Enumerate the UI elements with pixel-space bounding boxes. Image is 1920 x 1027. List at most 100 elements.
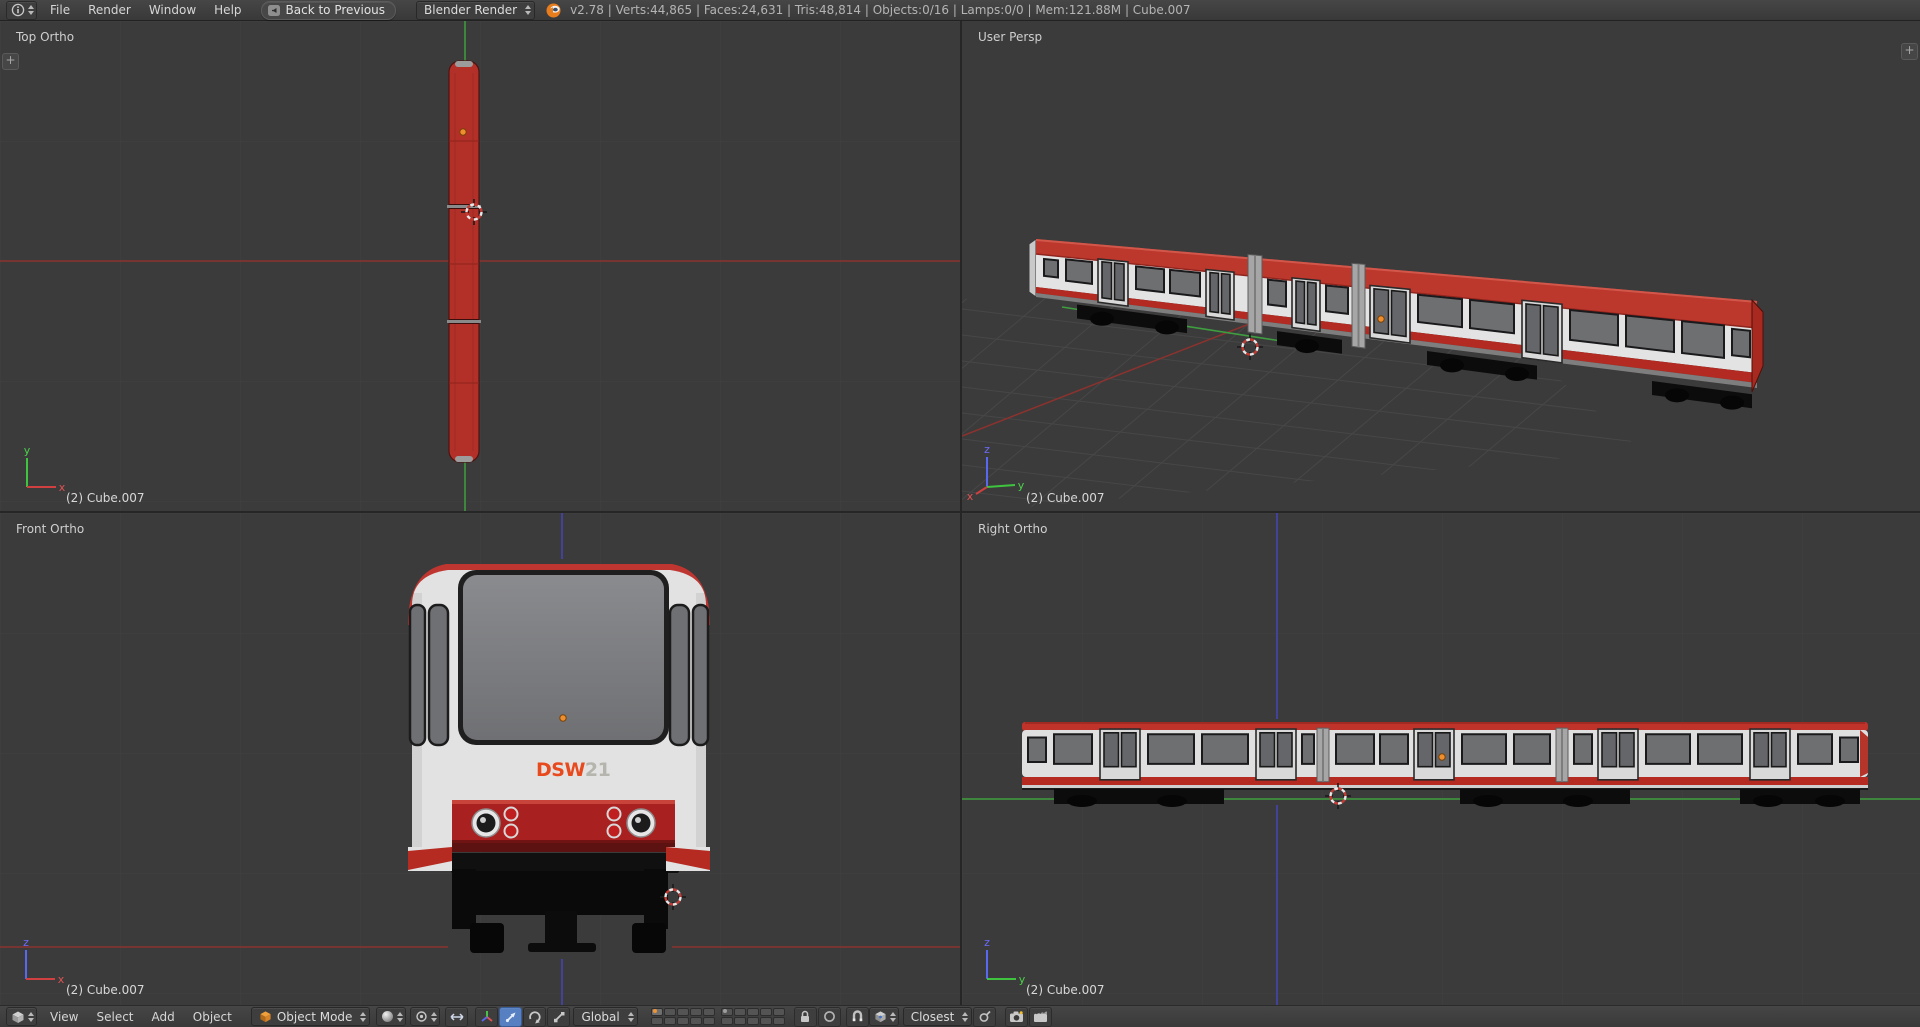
layer-7[interactable]	[664, 1017, 676, 1025]
pivot-stepper	[431, 1012, 437, 1022]
viewport-front-ortho[interactable]: DSW21	[0, 513, 960, 1005]
layer-11[interactable]	[721, 1008, 733, 1016]
axis-tripod-icon	[480, 1010, 494, 1024]
editor-type-selector[interactable]	[6, 1007, 37, 1026]
back-to-previous-button[interactable]: Back to Previous	[261, 1, 397, 20]
manipulate-centers-toggle[interactable]	[445, 1007, 468, 1027]
layer-14[interactable]	[760, 1008, 772, 1016]
object-origin-dot	[460, 129, 466, 135]
mini-axis-gizmo: z y x	[967, 443, 1025, 503]
shading-stepper	[397, 1012, 403, 1022]
layer-8[interactable]	[677, 1017, 689, 1025]
scale-manipulator-toggle[interactable]	[547, 1007, 570, 1027]
viewport-user-persp[interactable]: z y x + User Persp (2) Cube.007	[962, 21, 1920, 511]
translate-manipulator-toggle[interactable]	[499, 1007, 522, 1027]
proportional-edit-dropdown[interactable]	[818, 1007, 841, 1027]
menu-view[interactable]: View	[41, 1007, 87, 1027]
back-to-previous-label: Back to Previous	[286, 3, 386, 17]
object-origin-dot	[560, 715, 566, 721]
layer-9[interactable]	[690, 1017, 702, 1025]
active-object-label: (2) Cube.007	[66, 491, 145, 505]
snap-align-rotation-toggle[interactable]	[973, 1007, 996, 1027]
grid-floor	[0, 21, 960, 511]
viewport-top-ortho[interactable]: y x + Top Ortho (2) Cube.007	[0, 21, 960, 511]
interaction-mode-value: Object Mode	[277, 1010, 353, 1024]
train-top-view	[447, 61, 481, 462]
menu-select[interactable]: Select	[87, 1007, 142, 1027]
pivot-point-dropdown[interactable]	[410, 1007, 440, 1026]
active-object-label: (2) Cube.007	[1026, 491, 1105, 505]
top-ortho-canvas[interactable]: y x	[0, 21, 960, 511]
active-object-label: (2) Cube.007	[66, 983, 145, 997]
layer-6[interactable]	[651, 1017, 663, 1025]
active-object-label: (2) Cube.007	[1026, 983, 1105, 997]
camera-icon	[1009, 1010, 1024, 1023]
snap-element-icon	[874, 1010, 887, 1023]
shading-sphere-icon	[381, 1010, 394, 1023]
layer-15[interactable]	[773, 1008, 785, 1016]
render-engine-stepper	[525, 5, 531, 15]
menu-window[interactable]: Window	[140, 0, 205, 20]
layer-4[interactable]	[690, 1008, 702, 1016]
layer-1[interactable]	[651, 1008, 663, 1016]
axis-z-letter: z	[984, 443, 990, 456]
user-persp-canvas[interactable]: z y x	[962, 21, 1920, 511]
menu-add[interactable]: Add	[143, 1007, 184, 1027]
expand-region-icon[interactable]: +	[1901, 43, 1918, 60]
layer-10[interactable]	[703, 1017, 715, 1025]
viewport-right-ortho[interactable]: z y Right Ortho (2) Cube.007	[962, 513, 1920, 1005]
objects-in-layer-dot	[723, 1009, 727, 1013]
axis-x-letter: x	[59, 481, 66, 494]
axis-y-letter: y	[1018, 479, 1025, 492]
interaction-mode-dropdown[interactable]: Object Mode	[251, 1007, 371, 1026]
viewport-header-bar: View Select Add Object Object Mode	[0, 1005, 1920, 1027]
layer-12[interactable]	[734, 1008, 746, 1016]
rotate-manipulator-toggle[interactable]	[523, 1007, 546, 1027]
clapperboard-icon	[1033, 1010, 1048, 1023]
layer-13[interactable]	[747, 1008, 759, 1016]
opengl-render-image-button[interactable]	[1005, 1007, 1028, 1027]
front-ortho-canvas[interactable]: DSW21	[0, 513, 960, 1005]
layer-16[interactable]	[721, 1017, 733, 1025]
lock-to-scene-toggle[interactable]	[794, 1007, 817, 1027]
right-ortho-canvas[interactable]: z y	[962, 513, 1920, 1005]
layer-19[interactable]	[760, 1017, 772, 1025]
menu-help[interactable]: Help	[205, 0, 250, 20]
menu-object[interactable]: Object	[184, 1007, 241, 1027]
editor-type-stepper[interactable]	[28, 1012, 34, 1022]
train-logo-dsw: DSW	[536, 759, 585, 781]
layer-2[interactable]	[664, 1008, 676, 1016]
snap-element-stepper	[890, 1012, 896, 1022]
editor-type-stepper[interactable]	[28, 5, 34, 15]
layers-group-2[interactable]	[721, 1008, 785, 1025]
layer-5[interactable]	[703, 1008, 715, 1016]
info-header-bar: File Render Window Help Back to Previous…	[0, 0, 1920, 21]
axis-z-letter: z	[984, 936, 990, 949]
viewport-name-label: Top Ortho	[16, 30, 74, 44]
viewport-name-label: User Persp	[978, 30, 1042, 44]
viewport-shading-dropdown[interactable]	[376, 1007, 406, 1026]
menu-file[interactable]: File	[41, 0, 79, 20]
layer-20[interactable]	[773, 1017, 785, 1025]
transform-orientation-dropdown[interactable]: Global	[573, 1007, 637, 1026]
layer-17[interactable]	[734, 1017, 746, 1025]
transform-orientation-value: Global	[581, 1010, 619, 1024]
menu-render[interactable]: Render	[79, 0, 140, 20]
opengl-render-animation-button[interactable]	[1029, 1007, 1052, 1027]
axis-x-letter: x	[58, 973, 65, 986]
scene-statistics: v2.78 | Verts:44,865 | Faces:24,631 | Tr…	[570, 3, 1190, 17]
layers-group-1[interactable]	[651, 1008, 715, 1025]
snap-target-dropdown[interactable]: Closest	[903, 1007, 973, 1026]
layer-3[interactable]	[677, 1008, 689, 1016]
editor-type-selector[interactable]	[6, 1, 37, 20]
pivot-point-icon	[415, 1010, 428, 1023]
snap-element-dropdown[interactable]	[869, 1007, 899, 1026]
layer-18[interactable]	[747, 1017, 759, 1025]
manipulator-axes-toggle[interactable]	[475, 1007, 498, 1027]
snap-toggle[interactable]	[846, 1007, 869, 1027]
train-logo-text: DSW21	[536, 759, 610, 781]
expand-region-icon[interactable]: +	[2, 53, 19, 70]
render-engine-dropdown[interactable]: Blender Render	[416, 1, 535, 20]
render-engine-value: Blender Render	[424, 3, 517, 17]
axis-x-letter: x	[967, 490, 974, 503]
